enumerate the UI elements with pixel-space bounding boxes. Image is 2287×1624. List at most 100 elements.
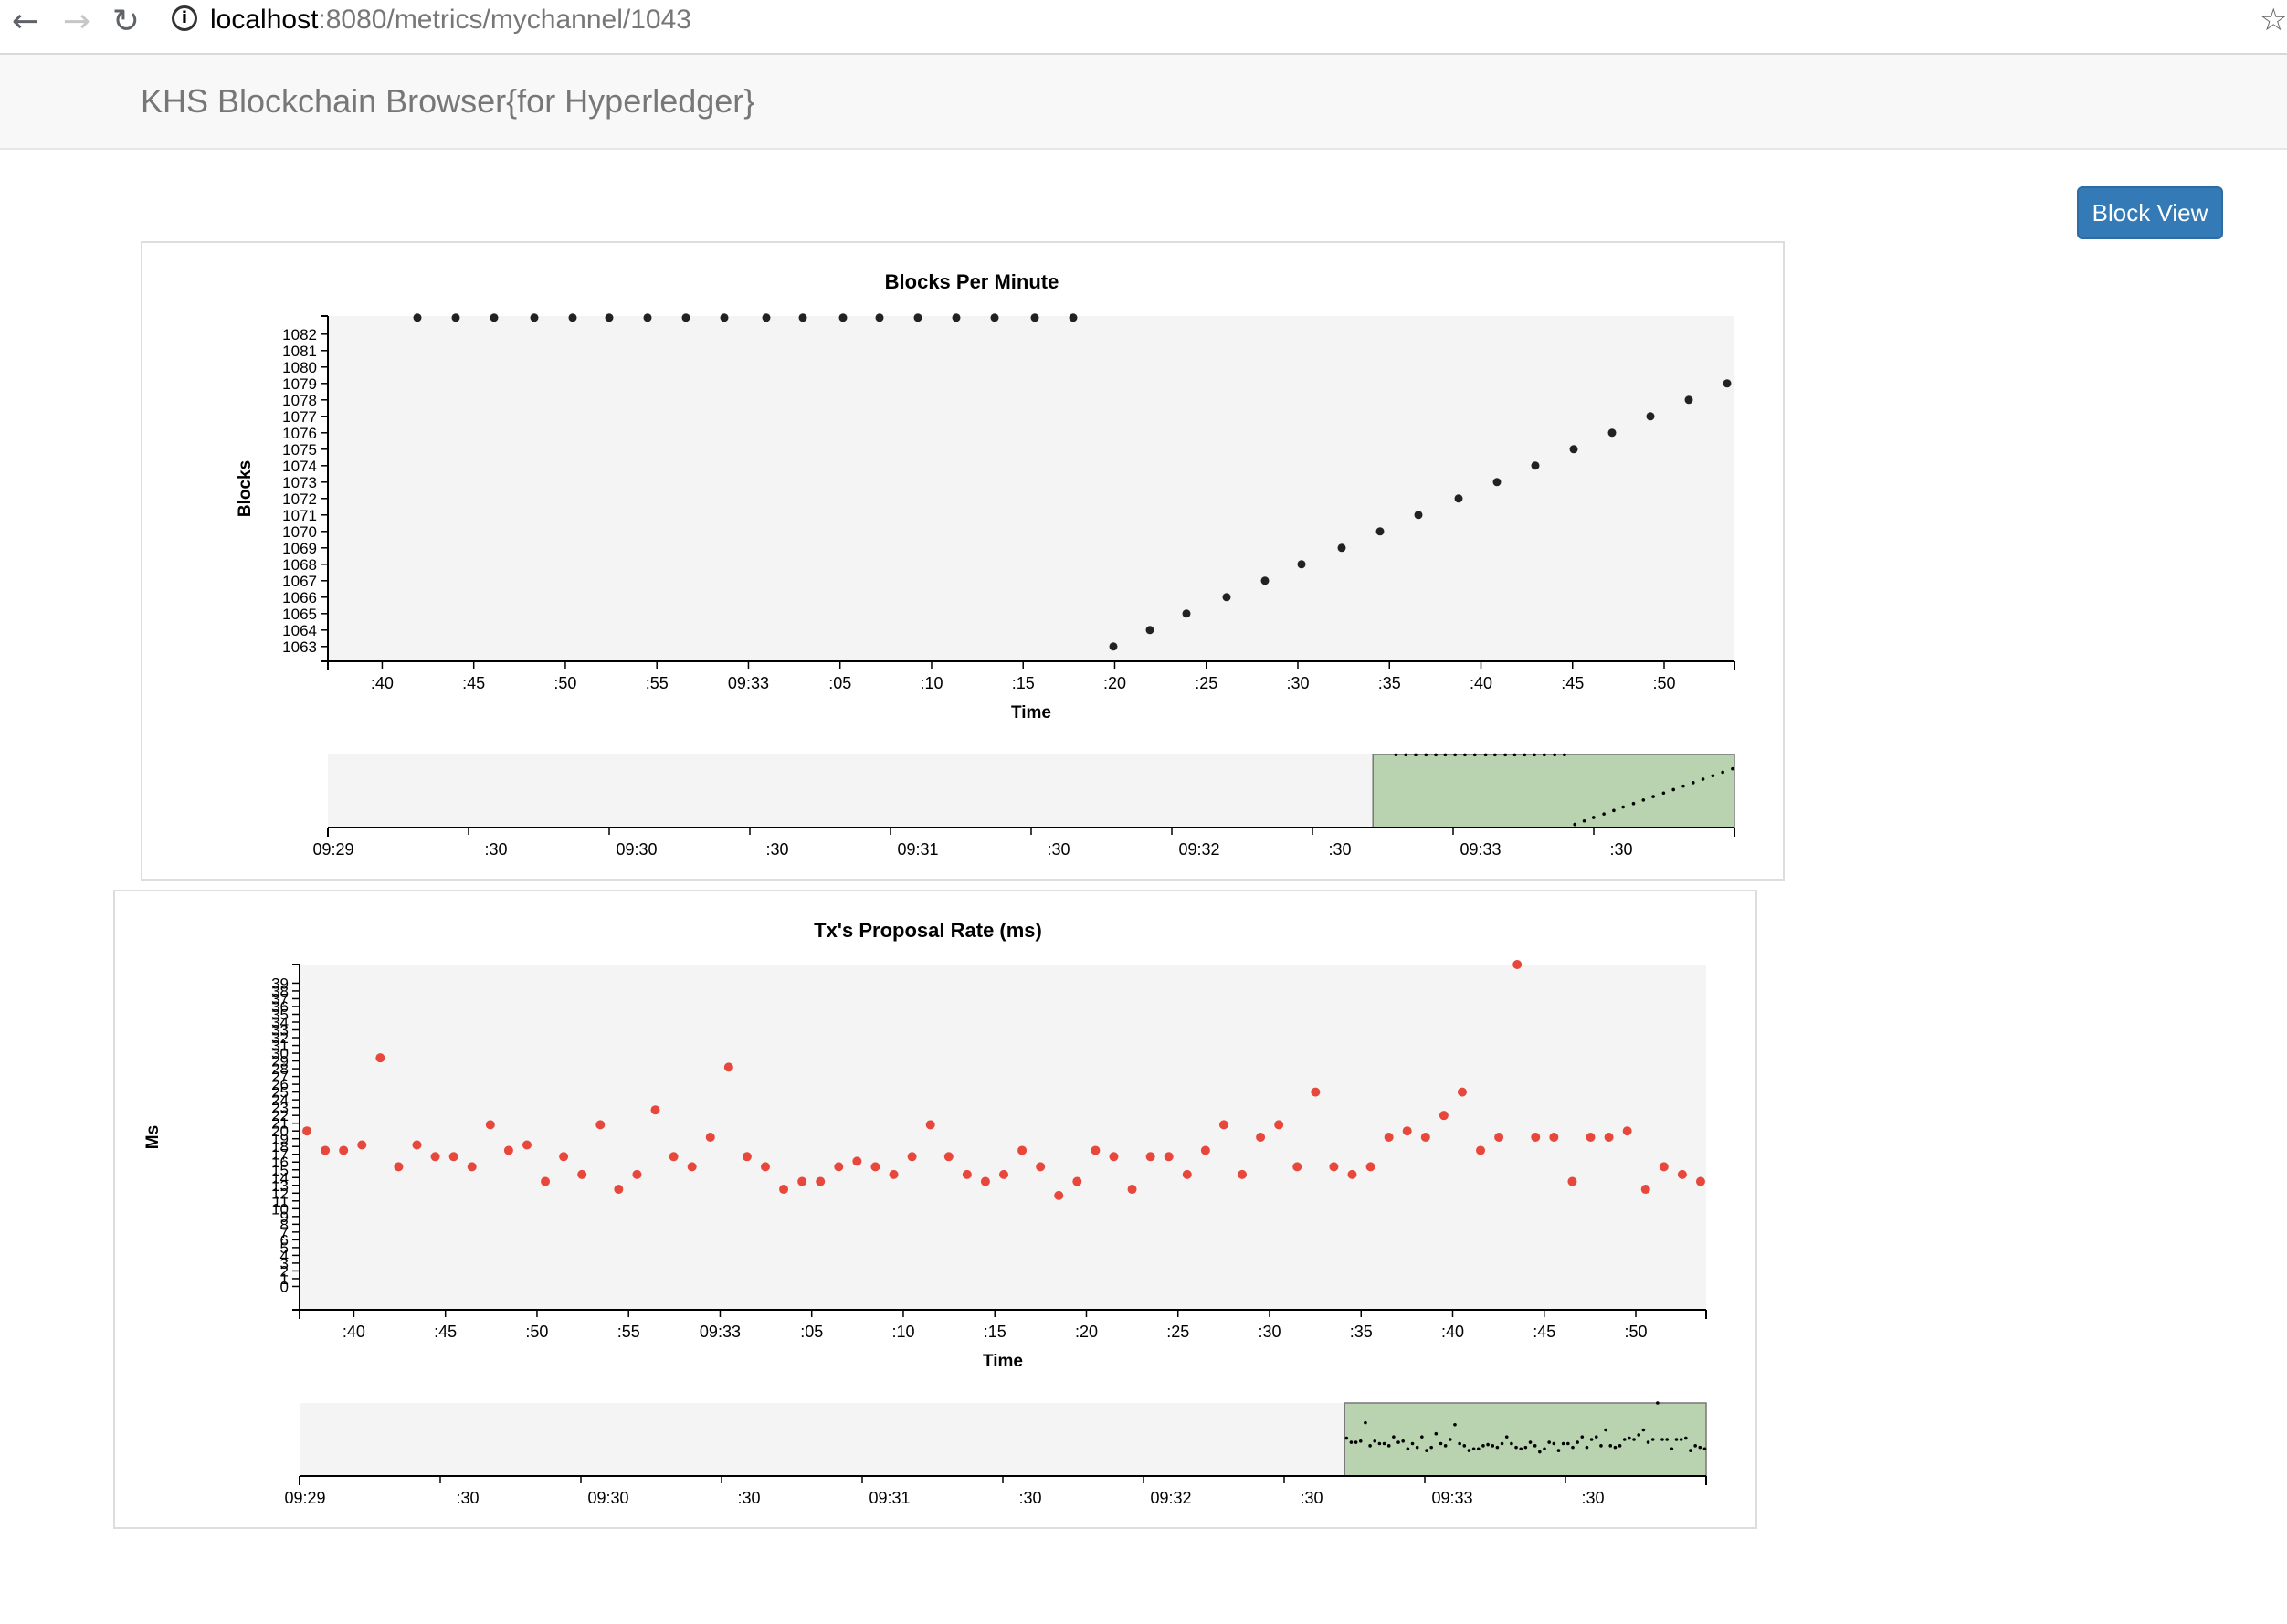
site-info-icon[interactable]: i [172, 5, 197, 31]
data-point [1375, 527, 1385, 536]
forward-arrow-icon[interactable]: → [58, 4, 95, 40]
data-point [1274, 1120, 1284, 1130]
overview-point [1731, 766, 1734, 771]
data-point [1072, 1176, 1082, 1186]
overview-point [1424, 753, 1428, 757]
data-point [1109, 642, 1118, 651]
data-point [852, 1156, 862, 1166]
data-point [541, 1176, 551, 1186]
y-tick-label: 1078 [282, 392, 317, 409]
data-point [1030, 313, 1039, 322]
x-tick-label: :30 [1258, 1323, 1281, 1341]
overview-point [1646, 1440, 1650, 1444]
y-tick-label: 1071 [282, 507, 317, 524]
x-tick-label: :15 [1012, 674, 1035, 692]
data-point [451, 313, 460, 322]
overview-point [1449, 1438, 1452, 1441]
overview-point [1538, 1450, 1542, 1454]
data-point [798, 313, 807, 322]
data-point [1684, 395, 1693, 405]
data-point [875, 313, 884, 322]
x-tick-label: :50 [525, 1323, 548, 1341]
data-point [1347, 1169, 1357, 1179]
back-arrow-icon[interactable]: ← [7, 4, 44, 40]
overview-point [1434, 1431, 1439, 1436]
data-point [430, 1152, 440, 1162]
overview-point [1514, 1445, 1518, 1450]
x-tick-label: :35 [1378, 674, 1401, 692]
overview-tick-label: 09:29 [284, 1489, 325, 1507]
overview-point [1543, 753, 1546, 757]
overview-point [1684, 1436, 1688, 1440]
plot-area [328, 316, 1734, 661]
overview-point [1608, 1444, 1613, 1448]
data-point [1384, 1133, 1394, 1142]
overview-point [1349, 1440, 1354, 1444]
overview-tick-label: 09:32 [1178, 840, 1219, 859]
data-point [742, 1152, 752, 1162]
x-tick-label: :10 [920, 674, 943, 692]
overview-tick-label: 09:33 [1460, 840, 1501, 859]
x-tick-label: :45 [1533, 1323, 1555, 1341]
overview-point [1528, 1440, 1533, 1444]
data-point [962, 1169, 972, 1179]
y-tick-label: 1068 [282, 556, 317, 574]
data-point [889, 1169, 899, 1179]
overview-point [1414, 753, 1418, 757]
overview-tick-label: :30 [737, 1489, 760, 1507]
data-point [1182, 1169, 1192, 1179]
data-point [357, 1140, 367, 1150]
overview-point [1599, 1444, 1603, 1448]
url-path: :8080/metrics/mychannel/1043 [318, 5, 691, 35]
x-tick-label: :55 [646, 674, 669, 692]
overview-point [1467, 1449, 1471, 1452]
x-tick-label: :45 [1561, 674, 1584, 692]
reload-icon[interactable]: ↻ [108, 4, 144, 40]
overview-point [1612, 808, 1616, 813]
x-tick-label: :40 [1470, 674, 1492, 692]
data-point [1454, 494, 1463, 503]
overview-point [1689, 1449, 1692, 1452]
overview-point [1721, 770, 1724, 775]
data-point [1069, 313, 1078, 322]
overview-point [1453, 1422, 1457, 1427]
data-point [302, 1126, 312, 1136]
x-tick-label: :25 [1166, 1323, 1189, 1341]
overview-tick-label: :30 [484, 840, 507, 859]
brand-title[interactable]: KHS Blockchain Browser{for Hyperledger} [141, 82, 754, 121]
overview-point [1420, 1435, 1424, 1439]
tx-proposal-rate-chart: Tx's Proposal Rate (ms)01234567891011121… [143, 919, 1707, 1507]
overview-point [1665, 1438, 1669, 1441]
block-view-button[interactable]: Block View [2077, 186, 2223, 239]
y-tick-label: 1075 [282, 441, 317, 459]
data-point [1256, 1133, 1266, 1142]
overview-point [1674, 1438, 1679, 1441]
data-point [485, 1120, 495, 1130]
x-tick-label: :20 [1103, 674, 1126, 692]
overview-point [1693, 1444, 1697, 1448]
overview-point [1392, 1435, 1396, 1439]
data-point [375, 1053, 385, 1063]
overview-point [1651, 795, 1655, 798]
data-point [1402, 1126, 1412, 1136]
data-point [1512, 960, 1523, 969]
address-bar[interactable]: localhost:8080/metrics/mychannel/1043 [210, 2, 691, 38]
overview-point [1401, 1439, 1406, 1443]
overview-point [1628, 1436, 1631, 1440]
overview-point [1443, 753, 1448, 757]
bookmark-star-icon[interactable]: ☆ [2260, 2, 2287, 38]
overview-tick-label: :30 [1581, 1489, 1604, 1507]
data-point [339, 1145, 349, 1155]
x-axis-label: Time [1011, 703, 1051, 722]
data-point [1145, 626, 1154, 635]
x-tick-label: :05 [800, 1323, 823, 1341]
data-point [797, 1176, 807, 1186]
data-point [1329, 1162, 1339, 1172]
data-point [1297, 560, 1306, 569]
overview-point [1491, 1444, 1495, 1448]
overview-point [1519, 1447, 1523, 1451]
x-tick-label: :35 [1350, 1323, 1373, 1341]
data-point [925, 1120, 935, 1130]
data-point [1260, 576, 1270, 585]
data-point [1622, 1126, 1632, 1136]
